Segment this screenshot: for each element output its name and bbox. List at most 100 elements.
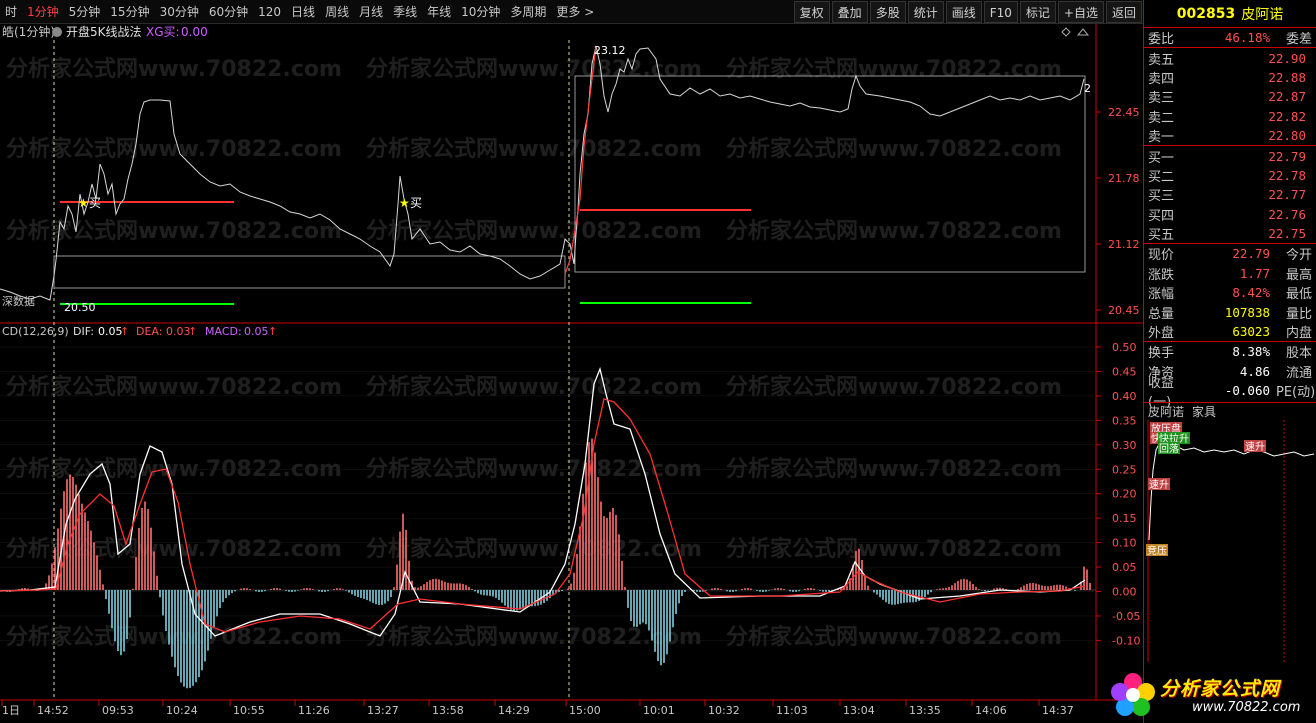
row-label: 买五 — [1148, 228, 1175, 244]
tool-button[interactable]: 返回 — [1105, 1, 1142, 23]
mini-tags: 放压盘快拉升快拉升回落速升速升竞压 — [1146, 422, 1266, 557]
diamond-icon[interactable] — [1061, 27, 1071, 37]
tool-button[interactable]: 标记 — [1019, 1, 1056, 23]
row-label: 卖二 — [1148, 110, 1175, 126]
period-tab[interactable]: 1分钟 — [22, 0, 64, 24]
quote-row: 卖三 22.87 — [1144, 87, 1316, 106]
time-tick-label: 10:32 — [708, 704, 740, 717]
row-label: 换手 — [1148, 346, 1175, 362]
mini-tag-label: 竞压 — [1147, 544, 1167, 557]
macd-name: CD(12,26,9) — [2, 325, 69, 338]
period-tab[interactable]: 周线 — [320, 0, 354, 24]
period-tab[interactable]: 15分钟 — [105, 0, 154, 24]
period-tabs: 时 1分钟 5分钟 15分钟 30分钟 60分钟 120 日线 周线 月线 季线 年线 10分钟 多周期更… — [0, 0, 599, 23]
row-label: 涨跌 — [1148, 267, 1175, 283]
mini-chart[interactable]: 放压盘快拉升快拉升回落速升速升竞压 — [1144, 420, 1316, 670]
period-tab[interactable]: 季线 — [388, 0, 422, 24]
row-label: 买四 — [1148, 208, 1175, 224]
period-tab[interactable]: 更多 > — [551, 0, 599, 24]
time-tick-label: 1日 — [2, 704, 20, 717]
tool-button[interactable]: +自选 — [1057, 1, 1104, 23]
row-label: 卖三 — [1148, 91, 1175, 107]
watermark-text: 分析家公式网www.70822.com — [366, 56, 702, 82]
quote-row: 涨跌 1.77 最高 — [1144, 264, 1316, 283]
period-tab[interactable]: 120 — [253, 0, 286, 24]
dif-value: 0.05 — [98, 325, 123, 338]
quote-row: 买五 22.75 — [1144, 224, 1316, 243]
row-label: 涨幅 — [1148, 287, 1175, 303]
row-label-secondary: 最低 — [1285, 287, 1312, 303]
row-value: 4.86 — [1239, 363, 1270, 379]
period-tab[interactable]: 10分钟 — [456, 0, 505, 24]
macd-tick-label: 0.50 — [1112, 341, 1137, 354]
tool-button[interactable]: 复权 — [793, 1, 830, 23]
tool-button[interactable]: 统计 — [907, 1, 944, 23]
row-value: 22.79 — [1268, 148, 1306, 164]
time-tick-label: 14:52 — [37, 704, 69, 717]
row-value: 1.77 — [1239, 265, 1270, 281]
tool-button[interactable]: F10 — [983, 1, 1018, 23]
row-label-secondary: 流通 — [1285, 365, 1312, 381]
row-value: 107838 — [1224, 304, 1270, 320]
watermark-text: 分析家公式网www.70822.com — [6, 56, 342, 82]
time-axis: 1日 14:52 09:53 10:24 10:55 11:26 13:27 13:58 14:… — [1, 700, 1074, 717]
watermark-text: 分析家公式网www.70822.com — [726, 218, 1062, 244]
time-tick-label: 09:53 — [102, 704, 134, 717]
period-tab[interactable]: 时 — [0, 0, 22, 24]
box-count-label: 2 — [1084, 82, 1091, 95]
period-tab[interactable]: 30分钟 — [155, 0, 204, 24]
row-label-secondary: 股本 — [1285, 346, 1312, 362]
macd-label: MACD: — [205, 325, 242, 338]
weibi-label: 委比 — [1148, 32, 1175, 48]
row-value: 22.79 — [1232, 246, 1270, 262]
tool-button[interactable]: 画线 — [945, 1, 982, 23]
row-label-secondary: 今开 — [1285, 248, 1312, 264]
buy-label-2: 买 — [410, 196, 422, 210]
mini-tab[interactable]: 家具 — [1192, 403, 1216, 420]
triangle-up-icon[interactable] — [1076, 28, 1090, 36]
row-label: 卖五 — [1148, 52, 1175, 68]
mini-tab[interactable]: 皮阿诺 — [1148, 403, 1184, 420]
macd-tick-label: 0.40 — [1112, 390, 1137, 403]
watermark-layer: 分析家公式网www.70822.com 分析家公式网www.70822.com 分析… — [6, 56, 1062, 650]
mini-tag-label: 速升 — [1245, 441, 1265, 453]
macd-tick-label: 0.25 — [1112, 463, 1137, 476]
quote-row: 涨幅 8.42% 最低 — [1144, 283, 1316, 302]
quote-row: 卖四 22.88 — [1144, 68, 1316, 87]
row-value: 22.90 — [1268, 50, 1306, 66]
watermark-text: 分析家公式网www.70822.com — [6, 136, 342, 162]
chart-area[interactable]: 分析家公式网www.70822.com 分析家公式网www.70822.com 分析… — [0, 24, 1143, 723]
weicha-label: 委差 — [1285, 32, 1312, 48]
row-label: 外盘 — [1148, 326, 1175, 342]
row-label-secondary: 最高 — [1285, 267, 1312, 283]
row-value: 22.88 — [1268, 69, 1306, 85]
quote-row: 现价 22.79 今开 — [1144, 244, 1316, 263]
row-label: 买一 — [1148, 150, 1175, 166]
tool-button[interactable]: 叠加 — [831, 1, 868, 23]
price-tick-label: 22.45 — [1108, 106, 1140, 119]
period-tab[interactable]: 多周期 — [505, 0, 551, 24]
dea-label: DEA: — [136, 325, 162, 338]
macd-value: 0.05 — [244, 325, 269, 338]
macd-tick-label: 0.15 — [1112, 512, 1137, 525]
low-price-label: 20.50 — [64, 301, 96, 314]
logo-url: www.70822.com — [1192, 700, 1301, 715]
tool-button[interactable]: 多股 — [869, 1, 906, 23]
row-value: 22.80 — [1268, 128, 1306, 144]
period-tab[interactable]: 60分钟 — [204, 0, 253, 24]
watermark-text: 分析家公式网www.70822.com — [726, 136, 1062, 162]
quote-row: 买四 22.76 — [1144, 205, 1316, 224]
period-tab[interactable]: 日线 — [286, 0, 320, 24]
time-tick-label: 13:58 — [432, 704, 464, 717]
period-tab[interactable]: 月线 — [354, 0, 388, 24]
period-tab[interactable]: 年线 — [422, 0, 456, 24]
macd-tick-label: 0.10 — [1112, 537, 1137, 550]
watermark-text: 分析家公式网www.70822.com — [366, 218, 702, 244]
watermark-text: 分析家公式网www.70822.com — [6, 536, 342, 562]
indicator-toggle-icon[interactable] — [52, 27, 62, 37]
quote-panel: 002853 皮阿诺 委比 46.18% 委差 卖五 22.90 卖四 22.88 卖三… — [1143, 0, 1316, 723]
quote-row: 卖五 22.90 — [1144, 48, 1316, 68]
arrow-up-icon: ↑ — [120, 325, 129, 338]
period-tab[interactable]: 5分钟 — [64, 0, 106, 24]
quote-row: 卖一 22.80 — [1144, 126, 1316, 145]
